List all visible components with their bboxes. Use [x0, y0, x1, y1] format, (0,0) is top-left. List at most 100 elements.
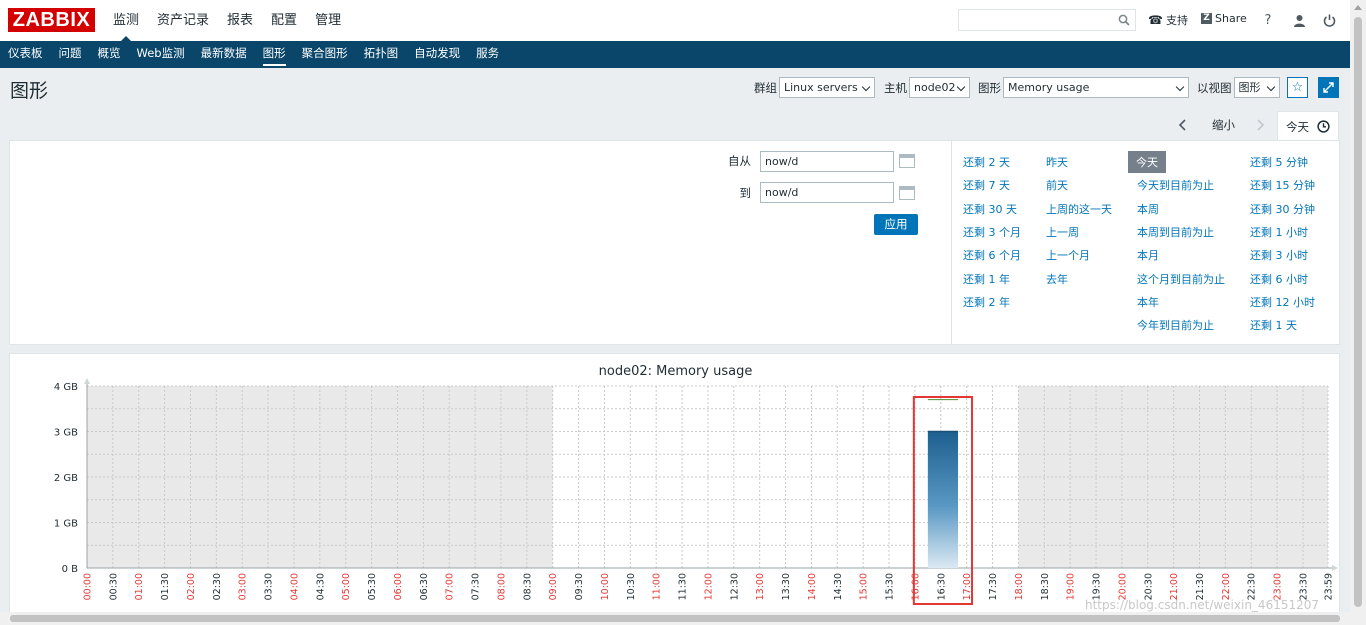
x-tick-label: 09:00 — [548, 573, 559, 600]
x-tick-label: 21:30 — [1195, 573, 1206, 600]
x-tick-label: 06:30 — [419, 573, 430, 600]
zoom-out-button[interactable]: 缩小 — [1212, 112, 1235, 138]
quick-range-link[interactable]: 还剩 15 分钟 — [1250, 177, 1315, 193]
x-tick-label: 15:00 — [859, 573, 870, 600]
graph-filter: 图形 Memory usage — [978, 77, 1189, 98]
quick-range-link[interactable]: 还剩 30 分钟 — [1250, 201, 1315, 217]
quick-range-link[interactable]: 还剩 1 天 — [1250, 317, 1297, 333]
view-label: 以视图 — [1197, 80, 1232, 95]
group-select[interactable]: Linux servers — [779, 77, 875, 98]
vertical-scrollbar[interactable] — [1350, 0, 1366, 625]
view-filter: 以视图 图形 — [1197, 77, 1280, 98]
graph-select[interactable]: Memory usage — [1003, 77, 1189, 98]
y-tick-label: 1 GB — [54, 519, 78, 530]
quick-range-link[interactable]: 还剩 2 年 — [963, 294, 1010, 310]
page-title: 图形 — [10, 80, 49, 102]
quick-range-link[interactable]: 今年到目前为止 — [1137, 317, 1214, 333]
main-menu: 监测 资产记录 报表 配置 管理 — [104, 0, 350, 42]
search-input[interactable] — [958, 9, 1136, 31]
quick-range-link[interactable]: 还剩 1 年 — [963, 271, 1010, 287]
quick-range-link[interactable]: 还剩 3 小时 — [1250, 247, 1308, 263]
quick-range-link[interactable]: 昨天 — [1046, 154, 1068, 170]
quick-range-link[interactable]: 还剩 1 小时 — [1250, 224, 1308, 240]
menu-configuration[interactable]: 配置 — [262, 0, 306, 41]
view-select[interactable]: 图形 — [1233, 77, 1280, 98]
calendar-icon[interactable] — [899, 186, 915, 200]
to-input[interactable]: now/d — [760, 182, 894, 203]
quick-range-link[interactable]: 还剩 12 小时 — [1250, 294, 1315, 310]
submenu-screens[interactable]: 聚合图形 — [294, 41, 356, 68]
star-icon: ☆ — [1291, 80, 1304, 95]
support-link[interactable]: ☎ 支持 — [1148, 12, 1188, 28]
quick-range-link[interactable]: 本周到目前为止 — [1137, 224, 1214, 240]
memory-available-area — [927, 431, 959, 568]
x-tick-label: 12:30 — [729, 573, 740, 600]
menu-inventory[interactable]: 资产记录 — [148, 0, 218, 41]
help-icon[interactable]: ? — [1260, 12, 1276, 28]
menu-administration[interactable]: 管理 — [306, 0, 350, 41]
graph-label: 图形 — [978, 80, 1001, 95]
x-tick-label: 11:30 — [678, 573, 689, 600]
x-tick-label: 10:30 — [626, 573, 637, 600]
submenu-graphs[interactable]: 图形 — [255, 41, 294, 68]
calendar-icon[interactable] — [899, 154, 915, 168]
quick-range-link[interactable]: 还剩 6 个月 — [963, 247, 1021, 263]
user-profile-icon[interactable] — [1291, 12, 1307, 28]
zabbix-logo[interactable]: ZABBIX — [8, 8, 95, 32]
quick-range-link[interactable]: 还剩 6 小时 — [1250, 271, 1308, 287]
quick-range-link[interactable]: 上一个月 — [1046, 247, 1090, 263]
time-filter-panel: 自从 now/d 到 now/d 应用 还剩 2 天还剩 7 天还剩 30 天还… — [9, 140, 1340, 345]
submenu-problems[interactable]: 问题 — [51, 41, 90, 68]
x-tick-label: 02:30 — [212, 573, 223, 600]
x-tick-label: 00:30 — [108, 573, 119, 600]
quick-range-link[interactable]: 前天 — [1046, 177, 1068, 193]
share-label: Share — [1215, 12, 1247, 25]
submenu-latest-data[interactable]: 最新数据 — [193, 41, 255, 68]
host-select[interactable]: node02 — [909, 77, 970, 98]
quick-range-link[interactable]: 还剩 5 分钟 — [1250, 154, 1308, 170]
menu-monitoring[interactable]: 监测 — [104, 0, 148, 42]
submenu-overview[interactable]: 概览 — [90, 41, 129, 68]
x-tick-label: 04:00 — [289, 573, 300, 600]
favourite-button[interactable]: ☆ — [1287, 77, 1308, 98]
submenu-web[interactable]: Web监测 — [129, 41, 193, 68]
quick-range-link[interactable]: 上一周 — [1046, 224, 1079, 240]
quick-range-link[interactable]: 还剩 30 天 — [963, 201, 1017, 217]
x-tick-label: 14:00 — [807, 573, 818, 600]
fullscreen-button[interactable] — [1318, 77, 1339, 98]
quick-range-link[interactable]: 上周的这一天 — [1046, 201, 1112, 217]
to-label: 到 — [739, 186, 752, 200]
apply-button[interactable]: 应用 — [874, 214, 918, 235]
search-icon[interactable] — [1118, 14, 1130, 26]
from-label: 自从 — [728, 154, 751, 168]
time-forward-button[interactable] — [1255, 112, 1265, 138]
submenu-discovery[interactable]: 自动发现 — [406, 41, 468, 68]
x-tick-label: 07:30 — [471, 573, 482, 600]
quick-range-link[interactable]: 还剩 2 天 — [963, 154, 1010, 170]
x-tick-label: 08:00 — [496, 573, 507, 600]
x-tick-label: 19:00 — [1066, 573, 1077, 600]
quick-range-link[interactable]: 本月 — [1137, 247, 1159, 263]
sign-out-icon[interactable] — [1321, 12, 1337, 28]
quick-range-link[interactable]: 今天到目前为止 — [1137, 177, 1214, 193]
quick-range-link[interactable]: 还剩 3 个月 — [963, 224, 1021, 240]
share-link[interactable]: Z Share — [1201, 12, 1247, 25]
tab-time-filter[interactable]: 今天 — [1277, 111, 1339, 141]
from-input[interactable]: now/d — [760, 151, 894, 172]
quick-range-link[interactable]: 本周 — [1137, 201, 1159, 217]
quick-range-link[interactable]: 本年 — [1137, 294, 1159, 310]
x-tick-label: 18:30 — [1040, 573, 1051, 600]
horizontal-scrollbar[interactable] — [0, 612, 1350, 625]
quick-range-link[interactable]: 今天 — [1128, 151, 1166, 173]
menu-reports[interactable]: 报表 — [218, 0, 262, 41]
time-back-button[interactable] — [1178, 112, 1188, 138]
quick-range-link[interactable]: 这个月到目前为止 — [1137, 271, 1225, 287]
x-tick-label: 08:30 — [522, 573, 533, 600]
quick-range-link[interactable]: 去年 — [1046, 271, 1068, 287]
submenu-dashboard[interactable]: 仪表板 — [0, 41, 51, 68]
quick-range-link[interactable]: 还剩 7 天 — [963, 177, 1010, 193]
submenu-maps[interactable]: 拓扑图 — [356, 41, 407, 68]
submenu-services[interactable]: 服务 — [468, 41, 507, 68]
x-tick-label: 14:30 — [833, 573, 844, 600]
x-tick-label: 23:00 — [1273, 573, 1284, 600]
